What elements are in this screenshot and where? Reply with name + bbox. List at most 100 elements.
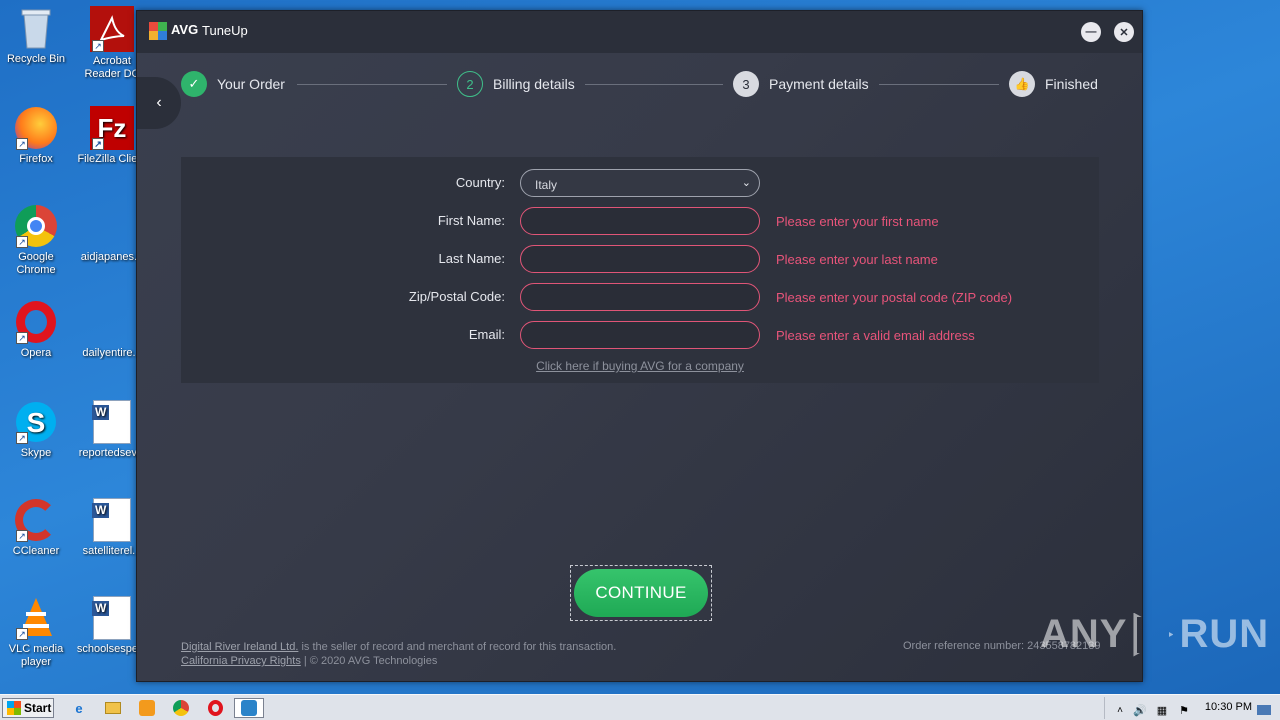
zip-error: Please enter your postal code (ZIP code) [776,290,1013,305]
first-name-error: Please enter your first name [776,214,939,229]
step-your-order[interactable]: ✓ Your Order [181,71,285,97]
chevron-down-icon: ⌄ [741,177,751,189]
last-name-field[interactable] [520,245,760,273]
shortcut-arrow-icon: ↗ [92,40,104,52]
avg-taskbar-icon[interactable] [234,698,264,718]
desktop-icon-ccleaner[interactable]: ↗ CCleaner [0,498,72,558]
shortcut-arrow-icon: ↗ [16,432,28,444]
file-icon [90,300,134,344]
desktop-icon-label: Acrobat Reader DC [84,55,140,80]
avg-logo-icon [149,22,167,40]
step-connector [879,84,999,85]
explorer-icon[interactable] [102,698,124,718]
clock[interactable]: 10:30 PM [1205,701,1252,713]
close-button[interactable]: ✕ [1114,22,1134,42]
taskbar: Start e ˄ 🔊 ▦ ⚑ 10:30 PM [0,694,1280,720]
shortcut-arrow-icon: ↗ [16,628,28,640]
action-center-flag-icon[interactable]: ⚑ [1173,700,1195,720]
desktop-icon-label: Skype [20,447,52,459]
opera-taskbar-icon[interactable] [204,698,226,718]
show-desktop-icon[interactable] [1255,700,1273,720]
country-value: Italy [535,178,558,192]
first-name-label: First Name: [437,213,505,228]
email-row: Email: Please enter a valid email addres… [181,321,1099,349]
close-icon: ✕ [1119,26,1129,39]
avg-tuneup-window: AVG TuneUp — ✕ ‹ ✓ Your Order 2 Billing … [136,10,1143,682]
shortcut-arrow-icon: ↗ [16,138,28,150]
desktop-icon-label: Recycle Bin [6,53,66,65]
desktop-icon-label: VLC media player [8,643,64,668]
title-bar[interactable]: AVG TuneUp — ✕ [137,11,1142,53]
desktop-icon-label: Opera [20,347,52,359]
last-name-row: Last Name: Please enter your last name [181,245,1099,273]
filezilla-icon: Fz ↗ [90,106,134,150]
desktop-icon-vlc[interactable]: ↗ VLC media player [0,596,72,669]
email-error: Please enter a valid email address [776,328,975,343]
watermark-right: RUN [1179,612,1270,656]
opera-icon: ↗ [14,300,58,344]
start-button[interactable]: Start [2,698,54,718]
skype-icon: S ↗ [14,400,58,444]
desktop-icon-skype[interactable]: S ↗ Skype [0,400,72,460]
minimize-icon: — [1085,26,1097,38]
ie-icon[interactable]: e [68,698,90,718]
minimize-button[interactable]: — [1081,22,1101,42]
tray-expand-icon[interactable]: ˄ [1109,700,1131,720]
desktop-icon-recycle-bin[interactable]: Recycle Bin [0,6,72,66]
play-icon [1133,612,1174,657]
copyright-text: | © 2020 AVG Technologies [300,655,438,667]
desktop-icon-label: Firefox [19,153,53,165]
step-connector [585,84,723,85]
first-name-field[interactable] [520,207,760,235]
email-field[interactable] [520,321,760,349]
shortcut-arrow-icon: ↗ [92,138,104,150]
step-label: Finished [1045,76,1098,92]
seller-link[interactable]: Digital River Ireland Ltd. [181,641,298,653]
desktop-icon-label: CCleaner [12,545,60,557]
step-finished[interactable]: 👍 Finished [1009,71,1098,97]
word-doc-icon: W [90,498,134,542]
back-button[interactable]: ‹ [137,77,181,129]
acrobat-icon: ↗ [90,6,134,52]
shortcut-arrow-icon: ↗ [16,530,28,542]
step-number: 2 [457,71,483,97]
step-connector [297,84,447,85]
country-label: Country: [455,175,505,190]
desktop-icon-chrome[interactable]: ↗ Google Chrome [0,204,72,277]
step-billing-details[interactable]: 2 Billing details [457,71,575,97]
step-payment-details[interactable]: 3 Payment details [733,71,869,97]
email-label: Email: [468,327,505,342]
watermark-left: ANY [1040,612,1128,656]
thumbs-up-icon: 👍 [1009,71,1035,97]
brand-name: AVG [171,22,199,37]
desktop-icon-firefox[interactable]: ↗ Firefox [0,106,72,166]
country-row: Country: Italy ⌄ [181,169,1099,197]
media-player-icon[interactable] [136,698,158,718]
step-label: Your Order [217,76,285,92]
zip-row: Zip/Postal Code: Please enter your posta… [181,283,1099,311]
windows-logo-icon [7,701,21,715]
last-name-label: Last Name: [438,251,505,266]
product-name: TuneUp [202,23,248,38]
continue-focus-outline: CONTINUE [570,565,712,621]
privacy-link[interactable]: California Privacy Rights [181,655,301,667]
step-label: Billing details [493,76,575,92]
checkout-steps: ✓ Your Order 2 Billing details 3 Payment… [181,71,1098,97]
step-number: 3 [733,71,759,97]
word-doc-icon: W [90,400,134,444]
footer: Digital River Ireland Ltd. is the seller… [181,640,616,668]
volume-icon[interactable]: 🔊 [1129,700,1151,720]
recycle-bin-icon [14,6,58,50]
chrome-taskbar-icon[interactable] [170,698,192,718]
country-select[interactable]: Italy ⌄ [520,169,760,197]
system-tray: ˄ 🔊 ▦ ⚑ 10:30 PM [1104,697,1280,719]
step-label: Payment details [769,76,869,92]
zip-field[interactable] [520,283,760,311]
anyrun-watermark: ANY RUN [1040,612,1269,657]
desktop-icon-opera[interactable]: ↗ Opera [0,300,72,360]
company-purchase-link[interactable]: Click here if buying AVG for a company [181,359,1099,373]
file-icon [90,204,134,248]
network-icon[interactable]: ▦ [1151,700,1173,720]
vlc-icon: ↗ [14,596,58,640]
continue-button[interactable]: CONTINUE [574,569,708,617]
